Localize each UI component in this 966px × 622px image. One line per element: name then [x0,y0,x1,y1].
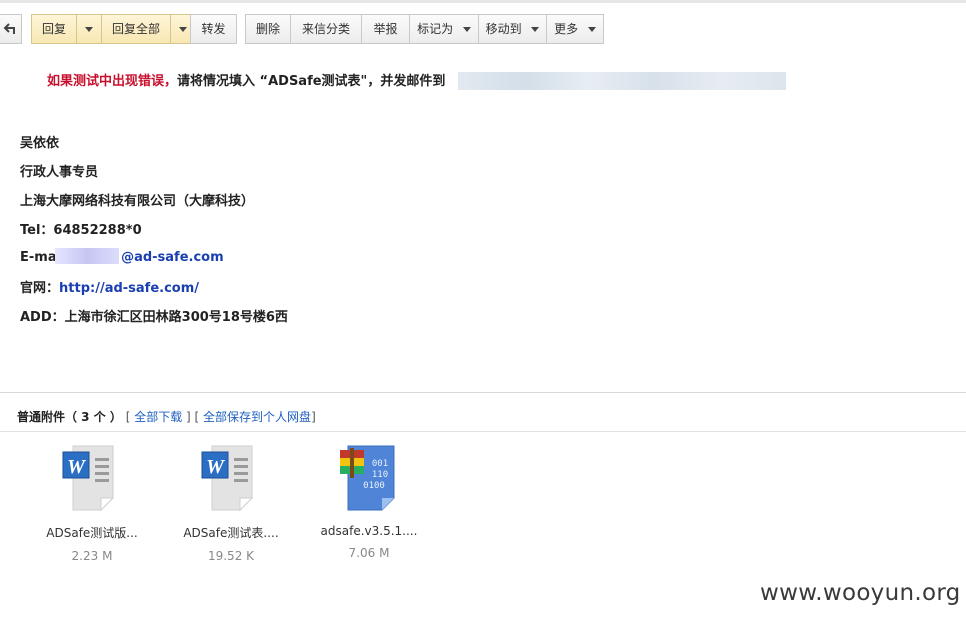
attachment-size: 19.52 K [207,549,255,563]
reply-all-label: 回复全部 [111,22,160,36]
svg-text:001: 001 [372,459,388,469]
back-button[interactable] [0,14,22,44]
reply-all-button[interactable]: 回复全部 [101,14,171,44]
save-all-to-netdisk-link[interactable]: 全部保存到个人网盘 [203,410,311,424]
notice-red-text: 如果测试中出现错误， [47,74,178,89]
reply-label: 回复 [41,22,66,36]
move-to-button[interactable]: 移动到 [478,14,547,44]
forward-button[interactable]: 转发 [190,14,237,44]
archive-binary-icon: 001 110 0100 [340,445,395,511]
attachments-header: 普通附件（ 3 个 ） [ 全部下载 ] [ 全部保存到个人网盘] [17,408,316,425]
attachment-item[interactable]: W ADSafe测试表.... 19.52 K [166,444,296,563]
back-arrow-icon [3,23,15,34]
mark-as-label: 标记为 [417,22,454,36]
more-label: 更多 [554,22,579,36]
svg-text:W: W [206,456,225,478]
forward-label: 转发 [201,22,226,36]
chevron-down-icon [179,27,187,32]
signature-name: 吴依依 [20,136,60,151]
signature-email-line: E-mai @ad-safe.com [20,248,224,265]
attachment-item[interactable]: W ADSafe测试版... 2.23 M [27,444,157,563]
chevron-down-icon [587,27,596,32]
classify-button[interactable]: 来信分类 [290,14,362,44]
bracket: ] [ [182,410,204,424]
website-label: 官网： [20,281,60,296]
svg-text:0100: 0100 [363,481,385,491]
word-document-icon: W [201,445,254,512]
attachments-title: 普通附件（ 3 个 ） [17,410,122,424]
attachment-name: ADSafe测试表.... [183,526,279,540]
chevron-down-icon [531,27,540,32]
top-border [0,0,966,3]
move-to-label: 移动到 [485,22,522,36]
word-document-icon: W [62,445,115,512]
watermark: www.wooyun.org [760,580,961,606]
signature-address: ADD：上海市徐汇区田林路300号18号楼6西 [20,310,288,325]
download-all-link[interactable]: 全部下载 [134,410,182,424]
attachment-name: adsafe.v3.5.1.... [320,524,418,538]
signature-title: 行政人事专员 [20,165,99,180]
reply-button[interactable]: 回复 [31,14,77,44]
notice-line: 如果测试中出现错误，请将情况填入 “ADSafe测试表"，并发邮件到 [47,70,445,89]
delete-button[interactable]: 删除 [245,14,291,44]
report-button[interactable]: 举报 [361,14,410,44]
divider [0,431,966,432]
delete-label: 删除 [255,22,280,36]
bracket: ] [311,410,316,424]
attachment-size: 2.23 M [71,549,113,563]
redacted-name-blur [55,248,120,264]
more-button[interactable]: 更多 [546,14,604,44]
redacted-email-blur [458,72,786,90]
bracket: [ [125,410,135,424]
attachment-item[interactable]: 001 110 0100 adsafe.v3.5.1.... 7.06 M [304,444,434,560]
signature-website-line: 官网：http://ad-safe.com/ [20,277,199,296]
divider [0,392,966,393]
reply-dropdown-button[interactable] [76,14,102,44]
email-link[interactable]: @ad-safe.com [121,250,224,265]
website-link[interactable]: http://ad-safe.com/ [59,281,199,296]
signature-company: 上海大摩网络科技有限公司（大摩科技） [20,194,255,209]
chevron-down-icon [462,27,471,32]
svg-text:W: W [67,456,86,478]
attachment-size: 7.06 M [348,546,390,560]
report-label: 举报 [373,22,398,36]
attachment-name: ADSafe测试版... [46,526,138,540]
notice-black-text: 请将情况填入 “ADSafe测试表"，并发邮件到 [177,74,446,89]
chevron-down-icon [85,27,93,32]
classify-label: 来信分类 [301,22,350,36]
mark-as-button[interactable]: 标记为 [409,14,479,44]
svg-text:110: 110 [372,470,388,480]
signature-tel: Tel：64852288*0 [20,223,142,238]
